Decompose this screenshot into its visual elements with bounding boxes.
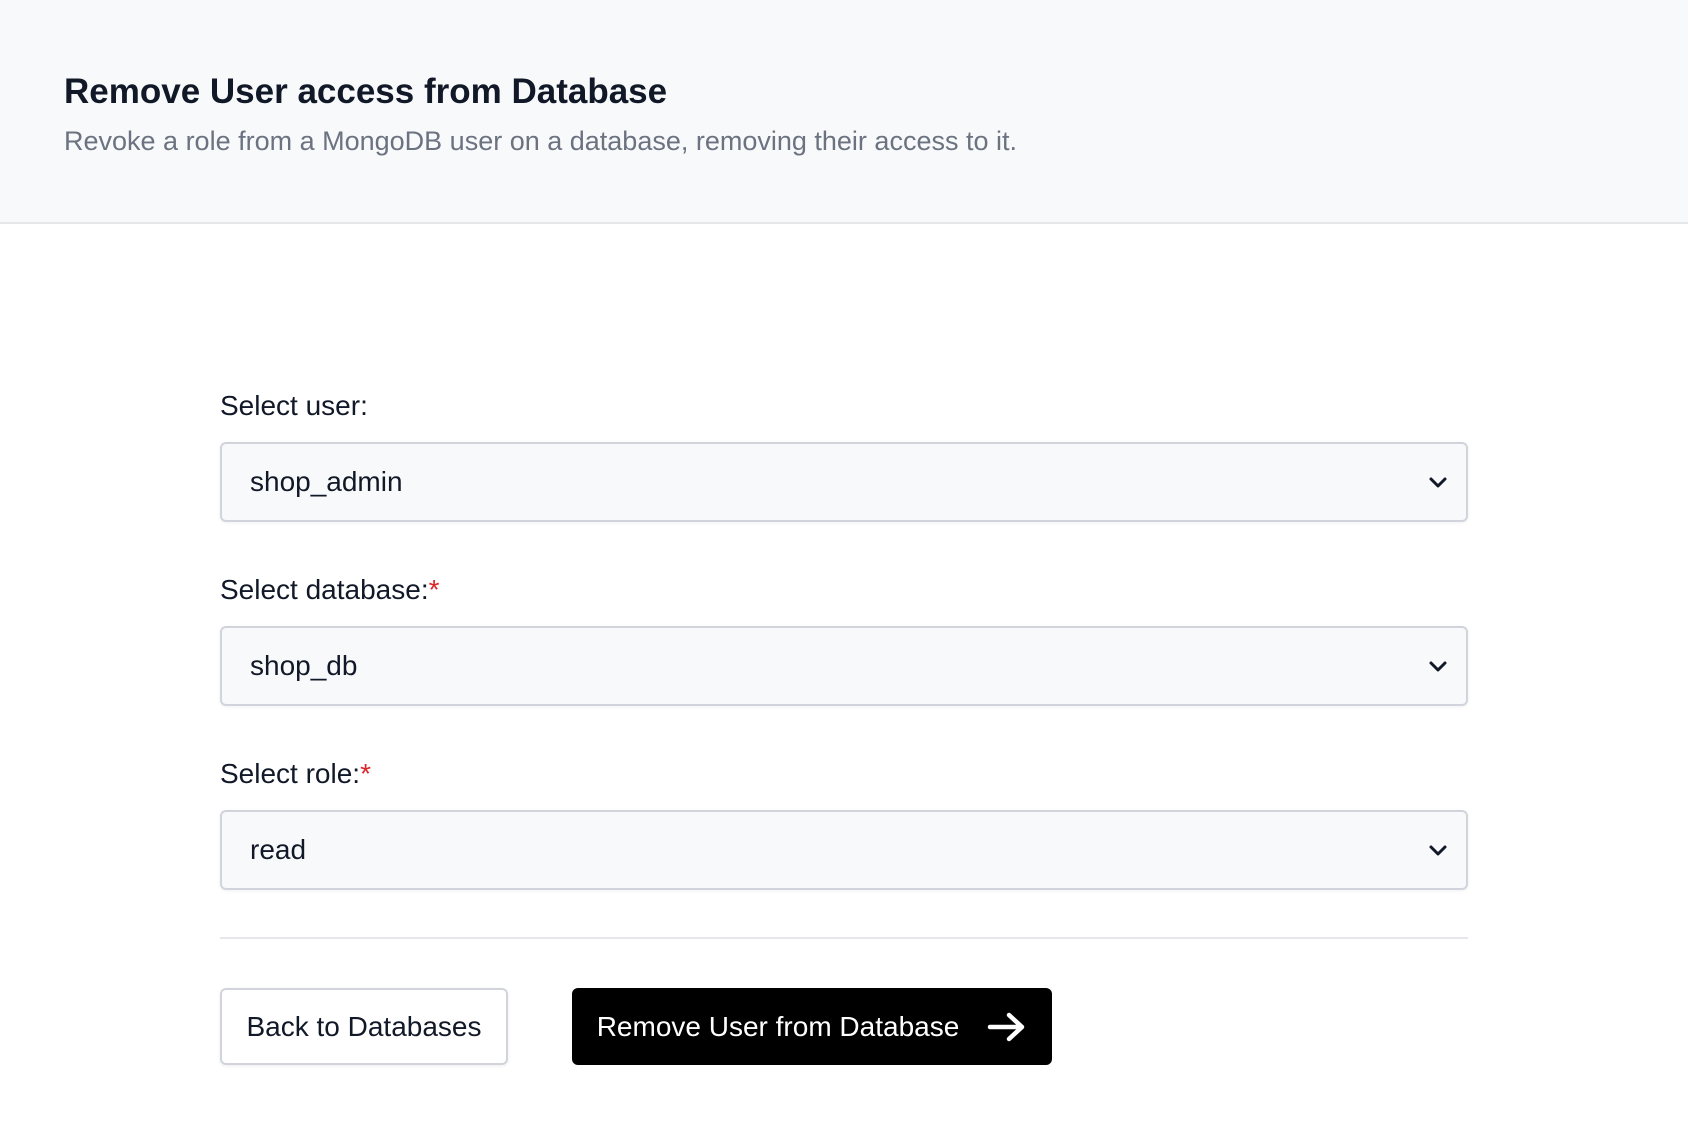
chevron-down-icon <box>1429 477 1447 488</box>
select-user-dropdown[interactable]: shop_admin <box>220 442 1468 522</box>
select-user-label-text: Select user: <box>220 390 368 421</box>
select-role-label: Select role:* <box>220 757 371 791</box>
select-database-label: Select database:* <box>220 573 440 607</box>
select-user-label: Select user: <box>220 389 368 423</box>
page-header: Remove User access from Database Revoke … <box>0 0 1688 224</box>
select-user-value: shop_admin <box>250 466 403 497</box>
select-role-dropdown[interactable]: read <box>220 810 1468 890</box>
form-divider <box>220 937 1468 939</box>
select-database-dropdown[interactable]: shop_db <box>220 626 1468 706</box>
remove-button-label: Remove User from Database <box>596 1010 960 1042</box>
back-button-label: Back to Databases <box>246 1010 482 1042</box>
page-title: Remove User access from Database <box>64 72 668 111</box>
select-role-label-text: Select role: <box>220 758 361 789</box>
select-database-label-text: Select database: <box>220 574 429 605</box>
arrow-right-icon <box>988 1012 1025 1041</box>
back-to-databases-button[interactable]: Back to Databases <box>220 988 508 1065</box>
remove-user-button[interactable]: Remove User from Database <box>572 988 1052 1065</box>
chevron-down-icon <box>1429 661 1447 672</box>
chevron-down-icon <box>1429 845 1447 856</box>
select-database-value: shop_db <box>250 650 358 681</box>
select-role-value: read <box>250 834 307 865</box>
required-marker: * <box>360 758 371 789</box>
required-marker: * <box>428 574 440 605</box>
page-subtitle: Revoke a role from a MongoDB user on a d… <box>64 126 1017 156</box>
